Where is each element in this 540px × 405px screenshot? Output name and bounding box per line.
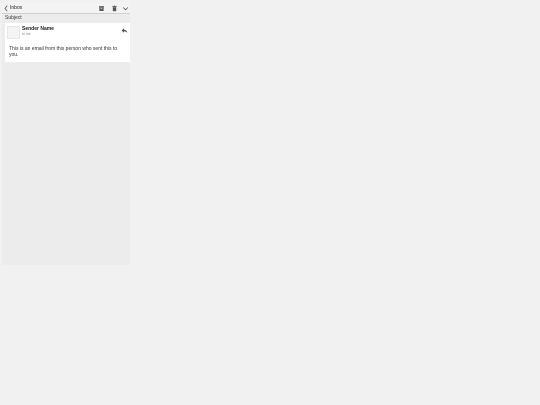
archive-icon[interactable] [98, 5, 105, 12]
chevron-down-icon[interactable] [122, 5, 129, 12]
recipient-line: to me [22, 32, 31, 36]
trash-icon[interactable] [111, 5, 118, 12]
message-subject: Subject [5, 15, 22, 21]
message-pane: Inbox Subject Sender Name to me This is … [2, 2, 130, 265]
message-body: This is an email from this person who se… [9, 46, 118, 58]
chevron-left-icon [4, 5, 8, 11]
back-to-inbox-button[interactable]: Inbox [4, 4, 22, 12]
message-toolbar: Inbox [2, 2, 130, 14]
reply-icon[interactable] [121, 27, 128, 34]
avatar [7, 26, 20, 39]
message-card: Sender Name to me This is an email from … [5, 23, 130, 62]
back-button-label: Inbox [10, 4, 23, 11]
